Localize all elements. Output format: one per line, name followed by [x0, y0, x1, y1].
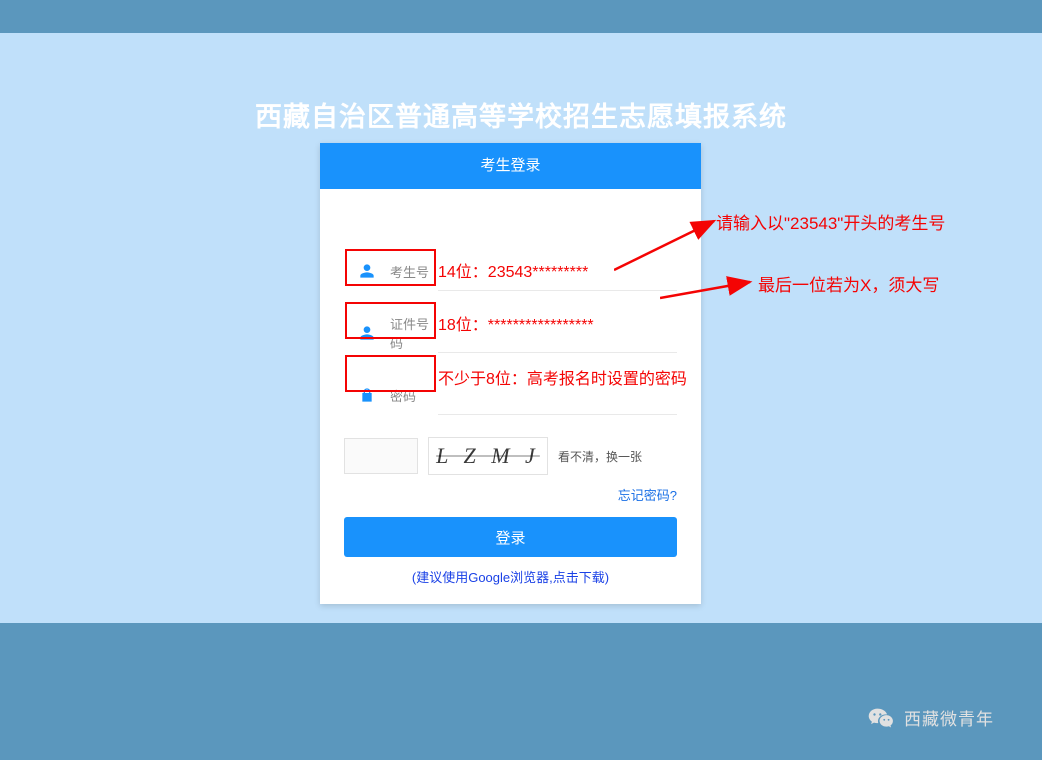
watermark: 西藏微青年: [868, 705, 994, 730]
password-label: 密码: [390, 386, 438, 405]
watermark-text: 西藏微青年: [904, 705, 994, 730]
id-no-label: 证件号码: [390, 314, 438, 352]
lock-icon: [344, 375, 390, 415]
download-chrome-link[interactable]: (建议使用Google浏览器,点击下载): [412, 570, 609, 585]
forgot-password-link[interactable]: 忘记密码?: [618, 488, 677, 503]
user-icon: [344, 313, 390, 353]
overlay-id-no: 18位：*****************: [438, 311, 594, 335]
card-header: 考生登录: [320, 143, 701, 189]
annotation-exam-no: 请输入以"23543"开头的考生号: [716, 209, 945, 234]
captcha-row: L Z M J 看不清，换一张: [344, 437, 677, 475]
page-title: 西藏自治区普通高等学校招生志愿填报系统: [0, 95, 1042, 134]
annotation-id-no: 最后一位若为X，须大写: [758, 271, 939, 296]
arrow-icon: [614, 215, 724, 275]
captcha-input[interactable]: [344, 438, 418, 474]
wechat-icon: [868, 707, 894, 729]
forgot-row: 忘记密码?: [344, 485, 677, 505]
overlay-exam-no: 14位：23543*********: [438, 258, 588, 282]
captcha-refresh-link[interactable]: 看不清，换一张: [558, 448, 642, 465]
captcha-image[interactable]: L Z M J: [428, 437, 548, 475]
user-icon: [344, 251, 390, 291]
arrow-icon: [660, 274, 760, 304]
browser-tip: (建议使用Google浏览器,点击下载): [344, 567, 677, 586]
login-button[interactable]: 登录: [344, 517, 677, 557]
exam-no-label: 考生号: [390, 262, 438, 281]
overlay-password: 不少于8位：高考报名时设置的密码: [438, 365, 687, 389]
